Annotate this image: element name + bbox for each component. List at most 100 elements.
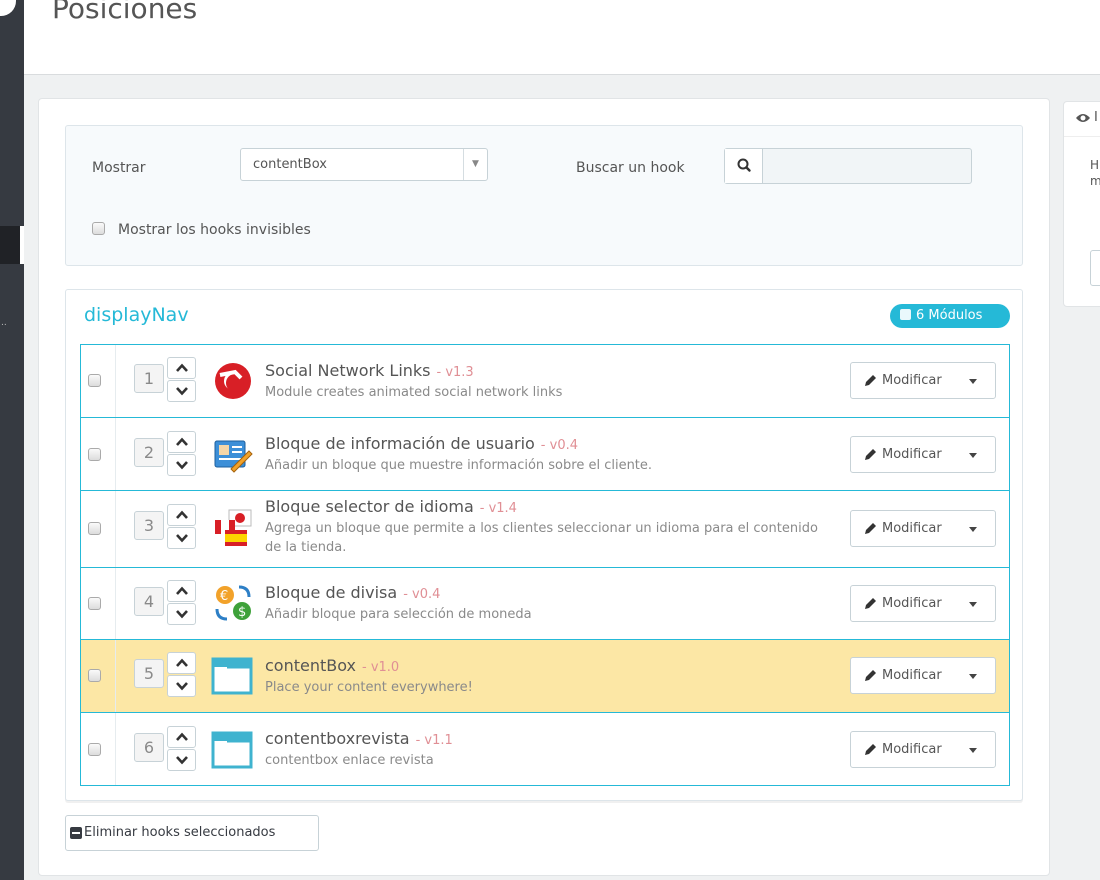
module-checkbox[interactable]	[88, 448, 101, 461]
modify-label: Modificar	[882, 596, 942, 611]
pencil-icon	[865, 598, 876, 609]
positions-panel: Mostrar contentBox ▼ Buscar un hook Most…	[38, 98, 1050, 876]
svg-text:$: $	[238, 605, 246, 620]
side-panel-button[interactable]	[1090, 250, 1100, 286]
module-row: 4 € $ Bloque de divisa - v0.4 Añadir bloqu…	[81, 568, 1009, 640]
move-down-button[interactable]	[167, 603, 196, 625]
pencil-icon	[865, 670, 876, 681]
module-checkbox[interactable]	[88, 522, 101, 535]
chevron-down-icon: ▼	[463, 149, 487, 180]
module-version: - v1.4	[479, 501, 517, 516]
module-row: 1 Social Network Links - v1.3 Module crea…	[81, 345, 1009, 418]
caret-down-icon[interactable]	[969, 748, 977, 753]
move-up-button[interactable]	[167, 580, 196, 602]
minus-square-icon	[70, 827, 82, 839]
move-down-button[interactable]	[167, 454, 196, 476]
module-list: 1 Social Network Links - v1.3 Module crea…	[80, 344, 1010, 786]
module-name: Bloque de información de usuario	[265, 434, 535, 453]
logo[interactable]	[0, 0, 16, 16]
page-header: Posiciones	[24, 0, 1100, 75]
search-icon	[725, 149, 763, 183]
module-count-label: 6 Módulos	[916, 308, 983, 323]
caret-down-icon[interactable]	[969, 602, 977, 607]
module-version: - v1.0	[362, 660, 400, 675]
divider	[115, 491, 116, 567]
caret-down-icon[interactable]	[969, 379, 977, 384]
divider	[115, 713, 116, 785]
caret-down-icon[interactable]	[969, 527, 977, 532]
move-up-button[interactable]	[167, 652, 196, 674]
module-title: Bloque de información de usuario - v0.4	[265, 434, 578, 453]
move-down-button[interactable]	[167, 675, 196, 697]
module-checkbox[interactable]	[88, 597, 101, 610]
language-flags-icon	[211, 508, 255, 548]
search-hook-group	[724, 148, 972, 184]
module-checkbox[interactable]	[88, 743, 101, 756]
position-number: 1	[134, 364, 164, 393]
filter-form: Mostrar contentBox ▼ Buscar un hook Most…	[65, 125, 1023, 266]
modify-button[interactable]: Modificar	[850, 585, 996, 622]
pencil-icon	[865, 449, 876, 460]
move-up-button[interactable]	[167, 431, 196, 453]
hook-title[interactable]: displayNav	[84, 304, 189, 326]
module-name: contentboxrevista	[265, 729, 410, 748]
delete-selected-label: Eliminar hooks seleccionados	[84, 825, 276, 840]
show-select[interactable]: contentBox ▼	[240, 148, 488, 181]
side-panel-text: H fr m d	[1090, 158, 1100, 188]
user-info-icon	[211, 435, 255, 475]
hook-panel: displayNav 6 Módulos 1 Social Network Li…	[65, 289, 1023, 801]
module-description: Añadir bloque para selección de moneda	[265, 607, 532, 622]
move-down-button[interactable]	[167, 380, 196, 402]
module-row-selected: 5 contentBox - v1.0 Place your content ev…	[81, 640, 1009, 713]
modify-button[interactable]: Modificar	[850, 731, 996, 768]
move-up-button[interactable]	[167, 726, 196, 748]
modify-button[interactable]: Modificar	[850, 657, 996, 694]
page-title: Posiciones	[52, 0, 198, 25]
module-description: contentbox enlace revista	[265, 753, 434, 768]
content-box-icon	[211, 729, 255, 769]
position-number: 6	[134, 733, 164, 762]
move-down-button[interactable]	[167, 749, 196, 771]
modify-label: Modificar	[882, 521, 942, 536]
module-checkbox[interactable]	[88, 669, 101, 682]
modify-label: Modificar	[882, 447, 942, 462]
show-select-value: contentBox	[253, 157, 327, 172]
svg-text:€: €	[220, 589, 228, 604]
search-hook-input[interactable]	[763, 149, 971, 183]
delete-selected-hooks-button[interactable]: Eliminar hooks seleccionados	[65, 815, 319, 851]
social-network-icon	[211, 361, 255, 401]
show-label: Mostrar	[92, 160, 146, 176]
sidebar-active-item[interactable]	[0, 226, 24, 264]
module-version: - v0.4	[403, 587, 441, 602]
search-hook-label: Buscar un hook	[576, 160, 685, 176]
side-panel-title: I	[1094, 110, 1098, 125]
eye-icon	[1076, 114, 1090, 122]
divider	[115, 568, 116, 639]
module-title: Bloque de divisa - v0.4	[265, 583, 440, 602]
checkbox-icon	[900, 309, 911, 320]
module-checkbox[interactable]	[88, 374, 101, 387]
move-up-button[interactable]	[167, 504, 196, 526]
admin-sidebar: ..	[0, 0, 24, 880]
modify-label: Modificar	[882, 668, 942, 683]
module-description: Agrega un bloque que permite a los clien…	[265, 521, 818, 555]
module-title: Bloque selector de idioma - v1.4	[265, 497, 517, 516]
currency-icon: € $	[211, 583, 255, 623]
move-up-button[interactable]	[167, 357, 196, 379]
position-number: 5	[134, 659, 164, 688]
side-panel-header: I	[1064, 102, 1100, 137]
modify-button[interactable]: Modificar	[850, 510, 996, 547]
module-name: Bloque de divisa	[265, 583, 398, 602]
caret-down-icon[interactable]	[969, 453, 977, 458]
module-title: contentboxrevista - v1.1	[265, 729, 453, 748]
caret-down-icon[interactable]	[969, 674, 977, 679]
modify-button[interactable]: Modificar	[850, 436, 996, 473]
modify-button[interactable]: Modificar	[850, 362, 996, 399]
module-row: 6 contentboxrevista - v1.1 contentbox enl…	[81, 713, 1009, 785]
move-down-button[interactable]	[167, 527, 196, 549]
show-invisible-checkbox[interactable]	[92, 222, 105, 235]
side-panel: I H fr m d	[1063, 101, 1100, 307]
sidebar-more-icon[interactable]: ..	[1, 318, 7, 328]
position-number: 3	[134, 511, 164, 540]
module-version: - v1.3	[436, 365, 474, 380]
